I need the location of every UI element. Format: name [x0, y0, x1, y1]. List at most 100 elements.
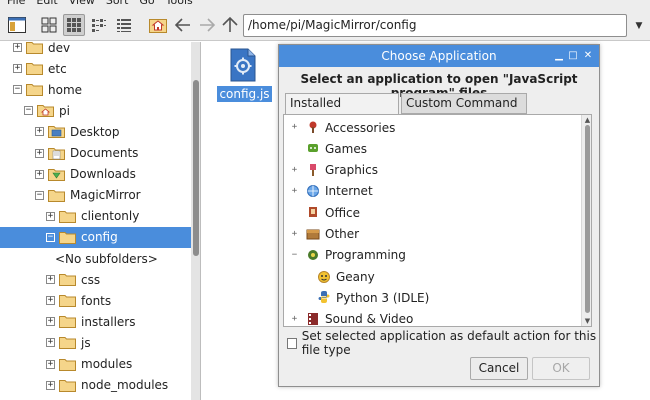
thumbnail-view-icon — [67, 18, 81, 32]
expand-icon[interactable]: + — [46, 338, 55, 348]
chevron-down-icon: ▼ — [635, 20, 643, 31]
tree-item-label: home — [48, 82, 83, 97]
menu-item-view[interactable]: View — [69, 0, 95, 7]
tree-item-installers[interactable]: + installers — [0, 311, 191, 332]
up-button[interactable] — [219, 14, 241, 36]
menu-item-file[interactable]: File — [7, 0, 25, 7]
collapse-icon[interactable]: − — [35, 190, 44, 200]
tree-item-modules[interactable]: + modules — [0, 354, 191, 375]
expand-icon[interactable]: + — [13, 43, 22, 52]
folder-icon — [26, 42, 43, 54]
collapse-icon[interactable]: − — [13, 85, 22, 95]
tree-item-js[interactable]: + js — [0, 332, 191, 353]
tree-item-documents[interactable]: + Documents — [0, 143, 191, 164]
menu-item-sort[interactable]: Sort — [106, 0, 129, 7]
expand-icon[interactable]: + — [46, 275, 55, 285]
default-action-label: Set selected application as default acti… — [301, 329, 597, 357]
app-item-sound-video[interactable]: + Sound & Video — [284, 309, 578, 327]
tree-item-node-modules[interactable]: + node_modules — [0, 375, 191, 396]
expand-icon[interactable]: + — [35, 127, 44, 137]
tree-item-fonts[interactable]: + fonts — [0, 290, 191, 311]
collapse-icon[interactable]: − — [290, 250, 299, 260]
expand-icon[interactable]: + — [46, 211, 55, 221]
scroll-down-icon[interactable]: ▼ — [584, 317, 591, 325]
documents-folder-icon — [48, 147, 65, 160]
default-action-option[interactable]: Set selected application as default acti… — [287, 329, 599, 357]
toggle-sidebar-button[interactable] — [6, 14, 28, 36]
tree-item-no-subfolders[interactable]: <No subfolders> — [0, 248, 191, 269]
tree-item-label: installers — [81, 314, 136, 329]
list-view-button[interactable] — [113, 14, 135, 36]
tree-scrollbar-thumb[interactable] — [193, 80, 199, 256]
tree-item-etc[interactable]: + etc — [0, 58, 191, 79]
app-label: Internet — [325, 184, 373, 199]
tab-custom-command-line[interactable]: Custom Command Line — [401, 93, 527, 129]
expand-icon[interactable]: + — [35, 148, 44, 158]
expand-icon[interactable]: + — [46, 359, 55, 369]
forward-button[interactable] — [196, 14, 218, 36]
menu-item-go[interactable]: Go — [139, 0, 154, 7]
app-item-games[interactable]: Games — [284, 138, 578, 159]
expand-icon[interactable]: + — [46, 296, 55, 306]
expand-icon[interactable]: + — [35, 169, 44, 179]
collapse-icon[interactable]: − — [46, 232, 55, 242]
compact-view-button[interactable] — [88, 14, 110, 36]
tree-item-downloads[interactable]: + Downloads — [0, 164, 191, 185]
app-label: Accessories — [325, 120, 396, 135]
tree-item-pi[interactable]: − pi — [0, 100, 191, 121]
app-item-python-3-idle[interactable]: Python 3 (IDLE) — [284, 287, 578, 308]
expand-icon[interactable]: + — [290, 229, 299, 239]
file-item[interactable]: config.js — [215, 48, 273, 102]
app-item-other[interactable]: + Other — [284, 224, 578, 245]
app-label: Sound & Video — [325, 312, 414, 327]
default-action-checkbox[interactable] — [287, 337, 297, 349]
home-button[interactable] — [147, 14, 169, 36]
list-view-icon — [117, 19, 131, 32]
expand-icon[interactable]: + — [290, 165, 299, 175]
compact-view-icon — [92, 19, 106, 32]
tree-item-clientonly[interactable]: + clientonly — [0, 206, 191, 227]
maximize-button[interactable]: □ — [566, 49, 580, 63]
office-icon — [306, 205, 320, 219]
tree-item-label: css — [81, 272, 101, 287]
file-name: config.js — [217, 86, 272, 102]
tree-item-home[interactable]: − home — [0, 79, 191, 100]
menu-item-edit[interactable]: Edit — [36, 0, 57, 7]
back-button[interactable] — [172, 14, 194, 36]
expand-icon[interactable]: + — [13, 64, 22, 74]
app-item-accessories[interactable]: + Accessories — [284, 117, 578, 138]
tab-installed-applications[interactable]: Installed Applications — [285, 93, 399, 129]
app-item-graphics[interactable]: + Graphics — [284, 160, 578, 181]
icon-view-button[interactable] — [38, 14, 60, 36]
list-scrollbar-thumb[interactable] — [585, 125, 590, 313]
javascript-file-icon — [230, 48, 256, 82]
close-button[interactable]: ✕ — [581, 49, 595, 63]
app-item-internet[interactable]: + Internet — [284, 181, 578, 202]
menu-item-tools[interactable]: Tools — [166, 0, 193, 7]
accessories-icon — [306, 120, 320, 134]
folder-icon — [59, 231, 76, 244]
address-bar[interactable]: /home/pi/MagicMirror/config — [243, 14, 627, 37]
tree-item-magicmirror[interactable]: − MagicMirror — [0, 185, 191, 206]
app-item-geany[interactable]: Geany — [284, 266, 578, 287]
expand-icon[interactable]: + — [290, 186, 299, 196]
thumbnail-view-button[interactable] — [63, 14, 85, 36]
cancel-button[interactable]: Cancel — [470, 357, 528, 380]
expand-icon[interactable]: + — [290, 123, 299, 132]
collapse-icon[interactable]: − — [24, 106, 33, 116]
tree-item-desktop[interactable]: + Desktop — [0, 121, 191, 142]
tree-item-dev[interactable]: + dev — [0, 42, 191, 58]
expand-icon[interactable]: + — [46, 317, 55, 327]
games-icon — [306, 141, 320, 155]
app-item-programming[interactable]: − Programming — [284, 245, 578, 266]
minimize-button[interactable]: ▁ — [552, 49, 566, 63]
ok-button[interactable]: OK — [532, 357, 590, 380]
tree-item-css[interactable]: + css — [0, 269, 191, 290]
tree-item-config[interactable]: − config — [0, 226, 191, 248]
address-dropdown-button[interactable]: ▼ — [630, 14, 648, 37]
list-scrollbar[interactable]: ▲ ▼ — [581, 115, 591, 326]
scroll-up-icon[interactable]: ▲ — [584, 116, 591, 124]
expand-icon[interactable]: + — [46, 380, 55, 390]
expand-icon[interactable]: + — [290, 314, 299, 324]
app-item-office[interactable]: Office — [284, 202, 578, 223]
